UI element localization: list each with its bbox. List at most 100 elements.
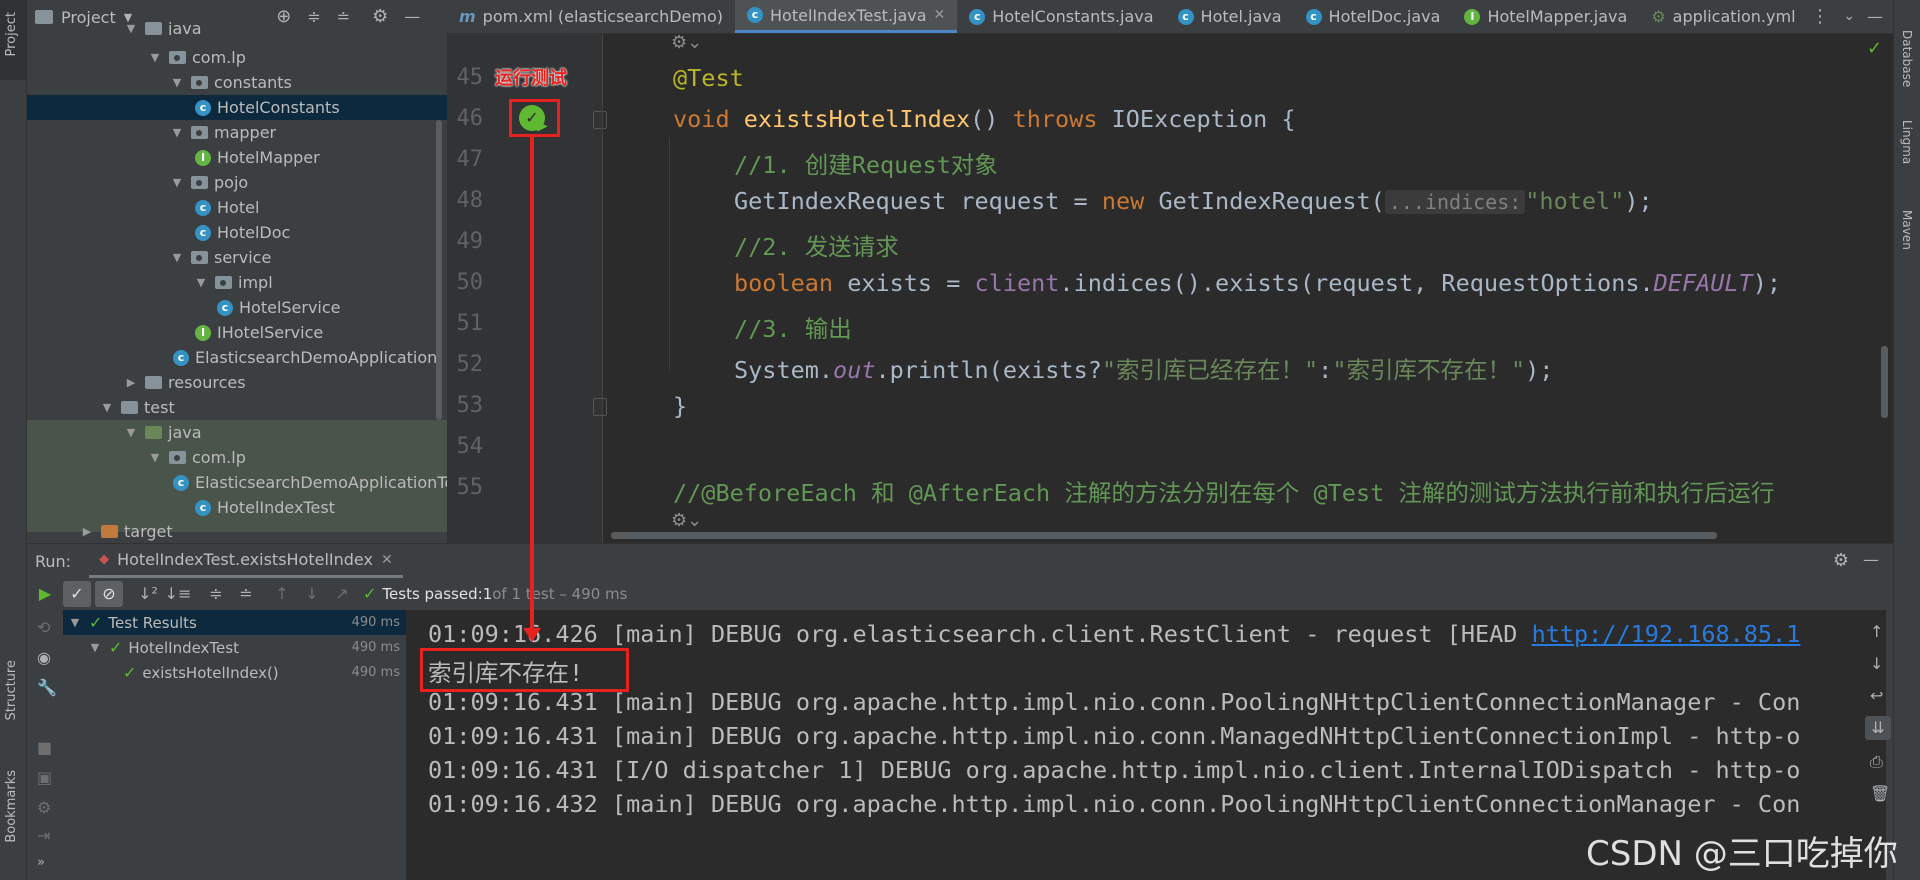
more-tabs-icon[interactable]: ⋮	[1811, 8, 1829, 26]
trash-icon[interactable]: 🗑	[1870, 786, 1890, 802]
lingma-tool-button[interactable]: Lingma	[1900, 120, 1914, 164]
chevron-down-icon: ▼	[126, 426, 136, 439]
line-number: 52	[456, 352, 484, 377]
tree-item-resources[interactable]: ▶ resources	[123, 370, 246, 395]
inspection-ok-icon[interactable]: ✓	[1867, 40, 1882, 58]
tree-item-elasticsearchdemoapplicationtest[interactable]: c ElasticsearchDemoApplicationTest	[173, 470, 469, 495]
gear-icon[interactable]: ⚙	[372, 8, 388, 26]
tree-item-service[interactable]: ▼ service	[169, 245, 272, 270]
tab-application-yml[interactable]: ⚙ application.yml	[1639, 0, 1807, 33]
tree-item-impl[interactable]: ▼ impl	[193, 270, 273, 295]
locate-icon[interactable]: ⊕	[276, 8, 291, 26]
tree-item-hoteldoc[interactable]: c HotelDoc	[195, 220, 290, 245]
camera-icon[interactable]: ◉	[37, 650, 51, 666]
tab-hotelconstants[interactable]: c HotelConstants.java	[957, 0, 1165, 33]
ai-hint-icon[interactable]: ⚙⌄	[671, 34, 702, 52]
gutter-divider	[602, 34, 603, 543]
sort-alpha-icon[interactable]: ↓²	[133, 586, 163, 602]
down-arrow-icon[interactable]: ↓	[297, 586, 327, 602]
tree-item-test-com-lp[interactable]: ▼ com.lp	[147, 445, 246, 470]
collapse-all-icon[interactable]: ≐	[337, 9, 350, 25]
tab-hoteldoc[interactable]: c HotelDoc.java	[1294, 0, 1453, 33]
run-config-tab[interactable]: ◆ HotelIndexTest.existsHotelIndex ✕	[89, 544, 403, 578]
code-line-49: //2. 发送请求	[734, 233, 899, 261]
tree-item-hotelmapper[interactable]: I HotelMapper	[195, 145, 320, 170]
expand-all-icon[interactable]: ≑	[307, 9, 320, 25]
tree-item-hotelconstants[interactable]: c HotelConstants	[27, 95, 447, 120]
chevron-down-icon: ▼	[172, 251, 182, 264]
scroll-to-end-icon[interactable]: ⇊	[1865, 716, 1891, 740]
more-icon[interactable]: »	[37, 856, 45, 869]
editor-vertical-scrollbar[interactable]	[1881, 346, 1888, 418]
tree-item-mapper[interactable]: ▼ mapper	[169, 120, 276, 145]
tab-hotelindextest[interactable]: c HotelIndexTest.java ✕	[735, 0, 958, 33]
rerun-icon[interactable]: ▶	[27, 586, 63, 602]
up-arrow-icon[interactable]: ↑	[267, 586, 297, 602]
tree-item-hotelindextest[interactable]: c HotelIndexTest	[195, 495, 335, 520]
maven-tool-button[interactable]: Maven	[1900, 210, 1914, 250]
console-link[interactable]: http://192.168.85.1	[1532, 620, 1801, 648]
tree-item-constants[interactable]: ▼ constants	[169, 70, 292, 95]
tree-item-target[interactable]: ▶ target	[79, 520, 173, 542]
collapse-all-icon[interactable]: ≐	[231, 586, 261, 602]
package-icon	[169, 51, 186, 64]
tree-item-ihotelservice[interactable]: I IHotelService	[195, 320, 323, 345]
chevron-down-icon[interactable]: ⌄	[1843, 9, 1855, 23]
wrench-icon[interactable]: 🔧	[37, 680, 57, 696]
toggle-auto-test-icon[interactable]: ⟲	[37, 620, 50, 636]
line-number: 51	[456, 311, 484, 336]
code-editor[interactable]: 45 46 47 48 49 50 51 52 53 54 55 ⚙⌄ ⚙⌄ 运…	[447, 34, 1893, 543]
show-ignored-icon[interactable]: ⊘	[95, 581, 123, 607]
gear-icon[interactable]: ⚙	[1833, 552, 1849, 570]
folder-icon	[145, 376, 162, 389]
class-icon: c	[747, 7, 763, 23]
minimize-icon[interactable]: —	[1863, 552, 1879, 568]
tab-hotelmapper[interactable]: I HotelMapper.java	[1452, 0, 1639, 33]
project-tool-button[interactable]: Project	[0, 0, 27, 80]
ai-hint-icon[interactable]: ⚙⌄	[671, 512, 702, 530]
expand-all-icon[interactable]: ≑	[201, 586, 231, 602]
close-icon[interactable]: ✕	[381, 552, 393, 568]
exit-icon[interactable]: ⇥	[37, 828, 50, 844]
bookmarks-tool-button[interactable]: Bookmarks	[0, 770, 27, 870]
line-number: 48	[456, 188, 484, 213]
project-panel-title[interactable]: Project	[61, 8, 116, 27]
export-icon[interactable]: ↗	[327, 586, 357, 602]
annotation-label: 运行测试	[495, 68, 567, 89]
test-result-row[interactable]: ✓ existsHotelIndex() 490 ms	[63, 660, 406, 685]
fold-marker-icon[interactable]	[593, 398, 607, 416]
tree-item-com-lp[interactable]: ▼ com.lp	[147, 45, 246, 70]
test-result-row[interactable]: ▼ ✓ HotelIndexTest 490 ms	[63, 635, 406, 660]
tree-item-test-java[interactable]: ▼ java	[123, 420, 202, 445]
settings-icon[interactable]: ⚙	[37, 800, 51, 816]
interface-icon: I	[195, 149, 211, 166]
tree-item-elasticsearchdemoapplication[interactable]: c ElasticsearchDemoApplication	[173, 345, 437, 370]
soft-wrap-icon[interactable]: ↩	[1870, 688, 1883, 704]
minimize-icon[interactable]: —	[404, 9, 420, 25]
run-toolbar: ▶ ✓ ⊘ ↓² ↓≡ ≑ ≐ ↑ ↓ ↗ ✓ Tests passed: 1 …	[27, 578, 1893, 610]
close-icon[interactable]: ✕	[934, 7, 946, 23]
fold-marker-icon[interactable]	[593, 111, 607, 129]
tab-pom-xml[interactable]: m pom.xml (elasticsearchDemo)	[447, 0, 735, 33]
show-passed-icon[interactable]: ✓	[63, 581, 91, 607]
tab-hotel[interactable]: c Hotel.java	[1166, 0, 1294, 33]
test-result-row[interactable]: ▼ ✓ Test Results 490 ms	[63, 610, 406, 635]
package-icon	[191, 76, 208, 89]
tree-item-test[interactable]: ▼ test	[99, 395, 175, 420]
minimize-icon[interactable]: —	[1867, 9, 1883, 25]
tree-item-hotel[interactable]: c Hotel	[195, 195, 259, 220]
sort-duration-icon[interactable]: ↓≡	[163, 586, 193, 602]
tree-item-pojo[interactable]: ▼ pojo	[169, 170, 248, 195]
tree-item-java[interactable]: ▼ java	[123, 21, 202, 35]
package-icon	[191, 126, 208, 139]
database-tool-button[interactable]: Database	[1900, 30, 1914, 87]
screenshot-icon[interactable]: ▣	[37, 770, 52, 786]
up-arrow-icon[interactable]: ↑	[1870, 624, 1883, 640]
project-scrollbar[interactable]	[436, 120, 442, 420]
print-icon[interactable]: ⎙	[1870, 754, 1883, 770]
down-arrow-icon[interactable]: ↓	[1870, 656, 1883, 672]
stop-icon[interactable]: ■	[37, 740, 52, 756]
editor-horizontal-scrollbar[interactable]	[611, 532, 1717, 539]
structure-tool-button[interactable]: Structure	[0, 660, 27, 750]
tree-item-hotelservice[interactable]: c HotelService	[217, 295, 341, 320]
